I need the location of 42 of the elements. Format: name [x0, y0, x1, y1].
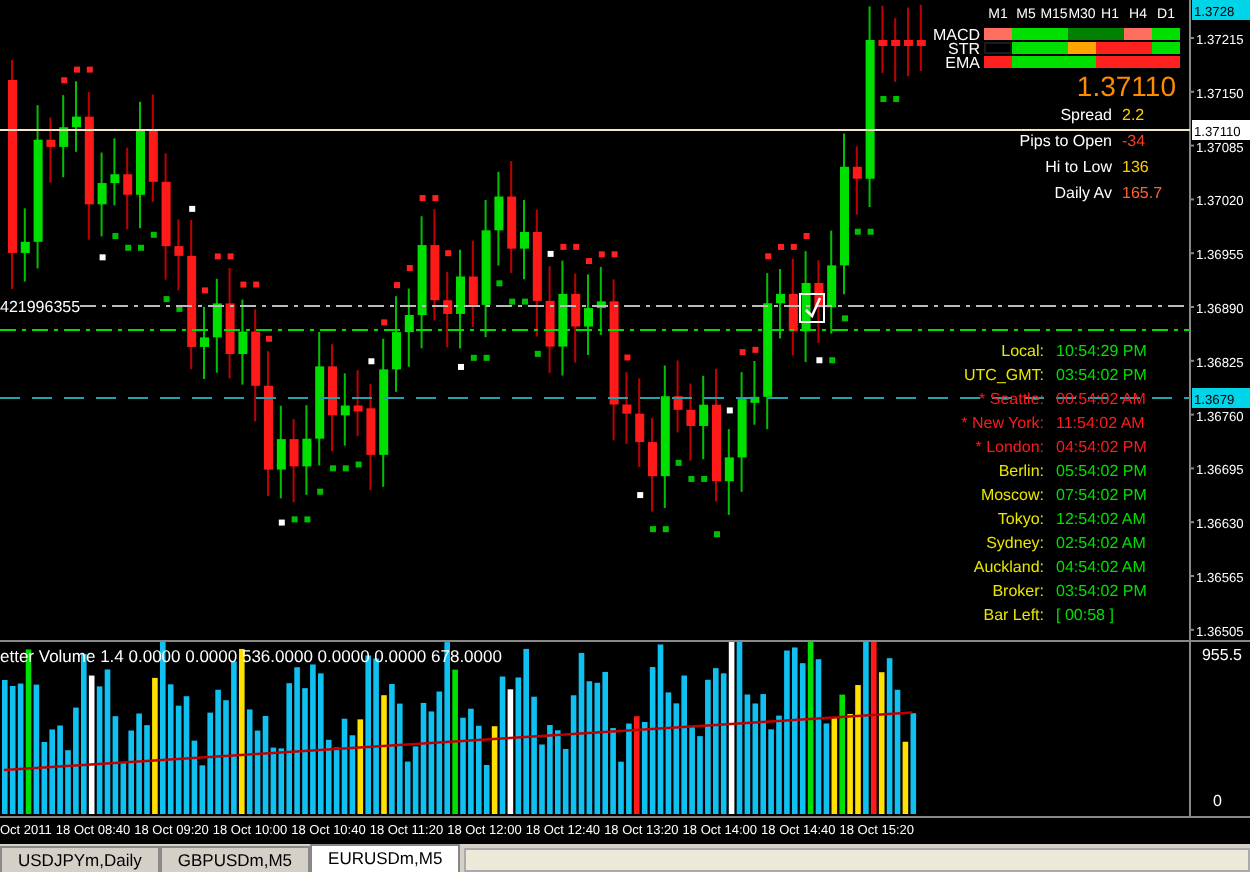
clock-label: Sydney: — [984, 532, 1046, 556]
price-readout: 1.37110 — [1074, 69, 1178, 101]
stat-value: 165.7 — [1122, 183, 1163, 201]
clock-time: 07:54:02 PM — [1056, 484, 1149, 508]
stat-value: 2.2 — [1122, 105, 1145, 123]
clock-time: [ 00:58 ] — [1056, 604, 1116, 628]
clock-label: Moscow: — [978, 484, 1046, 508]
axis-label: 955.5 — [1201, 644, 1242, 668]
clock-time: 04:54:02 AM — [1056, 556, 1148, 580]
stat-value: 136 — [1122, 157, 1149, 175]
clock-label: * New York: — [959, 412, 1046, 436]
stat-label: Spread — [1060, 103, 1112, 127]
clock-time: 11:54:02 AM — [1056, 412, 1147, 436]
signal-label: EMA — [943, 55, 982, 69]
clock-time: 05:54:02 PM — [1056, 460, 1149, 484]
stat-label: Hi to Low — [1045, 155, 1112, 179]
clock-time: 12:54:02 AM — [1056, 508, 1148, 532]
chart-tab[interactable]: GBPUSDm,M5 — [159, 846, 311, 872]
chart-tab[interactable]: EURUSDm,M5 — [310, 844, 461, 872]
clock-label: Berlin: — [996, 460, 1046, 484]
clock-time: 03:54:02 PM — [1056, 580, 1149, 604]
clock-label: UTC_GMT: — [962, 364, 1046, 388]
clock-label: Bar Left: — [981, 604, 1046, 628]
clock-label: Tokyo: — [995, 508, 1046, 532]
axis-label: 0 — [1213, 790, 1222, 814]
clock-time: 04:54:02 PM — [1056, 436, 1149, 460]
stat-label: Daily Av — [1054, 181, 1112, 205]
signal-label: MACD — [930, 27, 982, 41]
clock-time: 03:54:02 PM — [1056, 364, 1149, 388]
check-icon — [805, 297, 822, 319]
clock-time: 10:54:29 PM — [1056, 340, 1149, 364]
signal-label: STR — [947, 41, 982, 55]
chart-tab[interactable]: USDJPYm,Daily — [0, 846, 160, 872]
clock-label: Auckland: — [971, 556, 1046, 580]
clock-time: 02:54:02 AM — [1056, 532, 1148, 556]
check-box-icon — [799, 293, 825, 323]
clock-label: * London: — [973, 436, 1046, 460]
clock-label: Local: — [999, 340, 1046, 364]
stat-label: Pips to Open — [1019, 129, 1112, 153]
stat-value: -34 — [1122, 131, 1146, 149]
clock-label: Broker: — [990, 580, 1046, 604]
level-label: 421996355 — [0, 298, 81, 316]
